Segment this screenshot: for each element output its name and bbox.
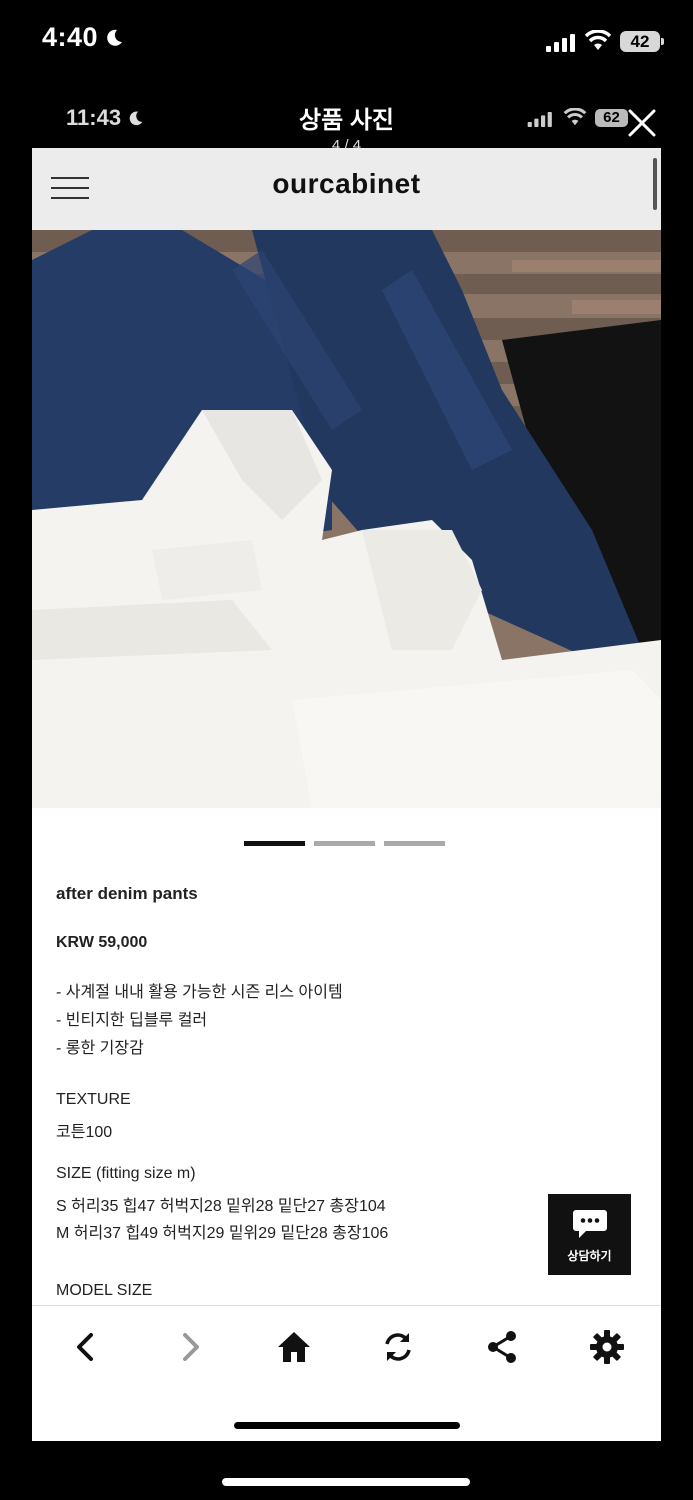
signal-icon [546, 34, 575, 52]
home-indicator[interactable] [222, 1478, 470, 1486]
chat-bubble-icon [572, 1210, 607, 1238]
battery-indicator: 42 [620, 31, 664, 52]
product-description: - 사계절 내내 활용 가능한 시즌 리스 아이템 - 빈티지한 딥블루 컬러 … [56, 979, 343, 1063]
size-m-row: M 허리37 힙49 허벅지29 밑위29 밑단28 총장106 [56, 1225, 389, 1242]
model-size-label: MODEL SIZE [56, 1282, 153, 1299]
back-icon[interactable] [66, 1327, 106, 1367]
desc-line: - 빈티지한 딥블루 컬러 [56, 1012, 208, 1029]
refresh-icon[interactable] [378, 1327, 418, 1367]
product-photo [32, 230, 661, 808]
share-icon[interactable] [482, 1327, 522, 1367]
close-icon[interactable] [622, 103, 662, 143]
home-icon[interactable] [274, 1327, 314, 1367]
inner-home-indicator[interactable] [234, 1422, 460, 1429]
wifi-icon [563, 108, 587, 126]
carousel-dot[interactable] [384, 841, 445, 846]
size-s-row: S 허리35 힙47 허벅지28 밑위28 밑단27 총장104 [56, 1198, 386, 1215]
forward-icon[interactable] [170, 1327, 210, 1367]
carousel-indicator [244, 833, 454, 851]
viewer-title: 상품 사진 [299, 107, 394, 134]
size-label: SIZE (fitting size m) [56, 1165, 196, 1182]
carousel-dot[interactable] [314, 841, 375, 846]
browser-toolbar [32, 1305, 661, 1441]
chat-consult-button[interactable]: 상담하기 [548, 1194, 631, 1275]
moon-icon [107, 29, 123, 46]
signal-icon [527, 112, 552, 127]
photo-content: ourcabinet after denim pants KRW 59,000 … [32, 148, 661, 1441]
chat-label: 상담하기 [567, 1249, 612, 1263]
texture-value: 코튼100 [56, 1124, 113, 1141]
carousel-dot[interactable] [244, 841, 305, 846]
site-header: ourcabinet [32, 148, 661, 230]
texture-label: TEXTURE [56, 1091, 131, 1108]
product-name: after denim pants [56, 884, 198, 903]
wifi-icon [584, 30, 612, 50]
scrollbar[interactable] [653, 158, 657, 210]
desc-line: - 사계절 내내 활용 가능한 시즌 리스 아이템 [56, 984, 343, 1001]
desc-line: - 롱한 기장감 [56, 1040, 144, 1057]
gear-icon[interactable] [587, 1327, 627, 1367]
product-price: KRW 59,000 [56, 934, 148, 951]
site-logo[interactable]: ourcabinet [32, 168, 661, 200]
status-time: 4:40 [42, 22, 124, 53]
